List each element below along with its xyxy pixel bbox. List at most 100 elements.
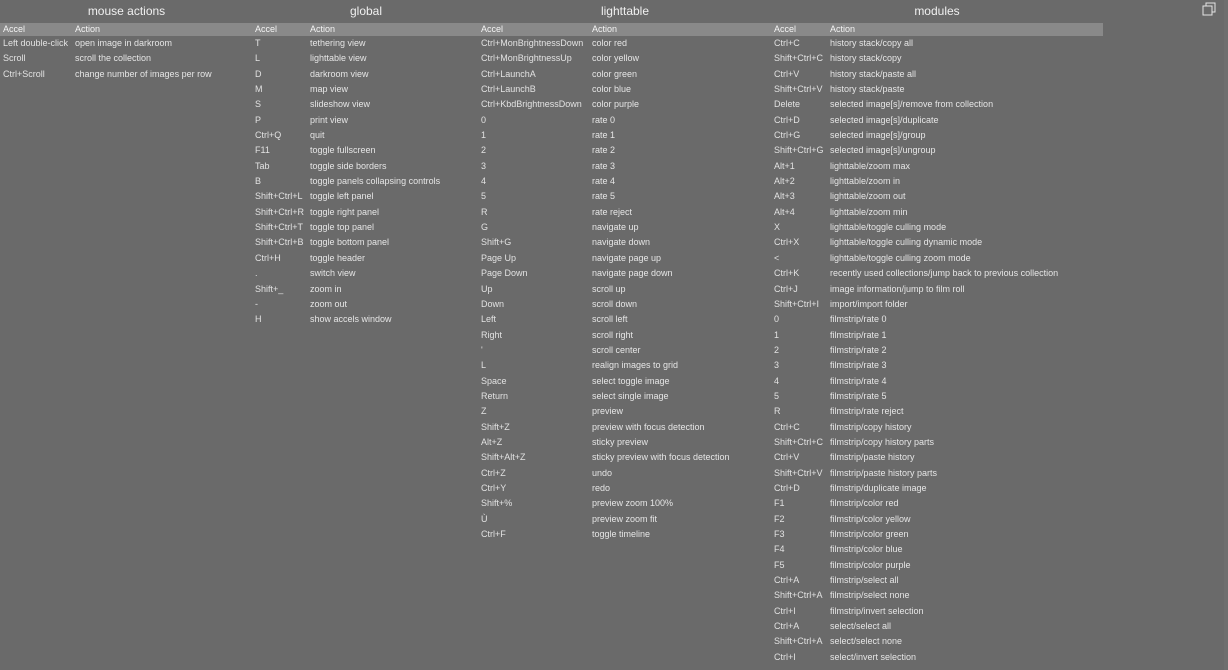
shortcut-row: ' scroll center — [479, 343, 771, 358]
action-label: lighttable/zoom in — [830, 176, 901, 187]
action-label: scroll the collection — [75, 53, 152, 64]
action-label: toggle left panel — [310, 191, 374, 202]
action-label: lighttable/toggle culling mode — [830, 222, 947, 233]
shortcut-row: 1 rate 1 — [479, 128, 771, 143]
action-label: history stack/copy — [830, 53, 902, 64]
shortcut-row: 1 filmstrip/rate 1 — [771, 328, 1103, 343]
accel-key: G — [481, 222, 489, 233]
accel-key: R — [481, 206, 488, 217]
shortcut-row: Ctrl+I select/invert selection — [771, 650, 1103, 665]
accel-key: 0 — [481, 114, 487, 125]
action-label: sticky preview — [592, 436, 649, 447]
action-label: filmstrip/color blue — [830, 544, 903, 555]
action-label: switch view — [310, 268, 356, 279]
action-label: filmstrip/color red — [830, 498, 899, 509]
action-label: filmstrip/select all — [830, 575, 899, 586]
accel-key: Ctrl+Z — [481, 467, 506, 478]
accel-key: Alt+3 — [774, 191, 795, 202]
accel-key: 2 — [481, 145, 487, 156]
action-label: rate 5 — [592, 191, 616, 202]
restore-window-icon[interactable] — [1202, 2, 1216, 16]
action-label: slideshow view — [310, 99, 371, 110]
accel-key: 1 — [481, 130, 487, 141]
shortcut-row: Tab toggle side borders — [253, 159, 479, 174]
accel-key: < — [774, 252, 780, 263]
action-column-header: Action — [592, 24, 618, 34]
shortcut-row: 0 filmstrip/rate 0 — [771, 312, 1103, 327]
shortcut-row: Shift+Ctrl+A select/select none — [771, 634, 1103, 649]
accel-key: L — [255, 53, 261, 64]
action-label: filmstrip/rate 3 — [830, 360, 887, 371]
shortcut-row: F11 toggle fullscreen — [253, 143, 479, 158]
accel-key: Shift+Ctrl+C — [774, 436, 824, 447]
action-label: zoom out — [310, 298, 348, 309]
accel-key: Shift+Ctrl+I — [774, 298, 820, 309]
scrollbar[interactable] — [1224, 0, 1228, 670]
accel-key: B — [255, 176, 262, 187]
shortcut-row: - zoom out — [253, 297, 479, 312]
shortcut-row: F4 filmstrip/color blue — [771, 542, 1103, 557]
action-label: filmstrip/copy history parts — [830, 436, 935, 447]
accel-key: 1 — [774, 329, 780, 340]
shortcut-row: Ctrl+K recently used collections/jump bac… — [771, 266, 1103, 281]
action-label: toggle fullscreen — [310, 145, 376, 156]
accel-key: M — [255, 84, 263, 95]
accel-key: ' — [481, 344, 483, 355]
shortcut-row: Pprint view — [253, 113, 479, 128]
action-label: scroll right — [592, 329, 634, 340]
accel-key: Ctrl+D — [774, 482, 800, 493]
action-label: navigate up — [592, 222, 639, 233]
accel-key: 0 — [774, 314, 780, 325]
accel-key: Shift+Ctrl+A — [774, 636, 823, 647]
shortcut-row: Ctrl+Q quit — [253, 128, 479, 143]
action-label: selected image[s]/remove from collection — [830, 99, 994, 110]
section-title: modules — [914, 4, 960, 18]
shortcut-row: Shift+Ctrl+A filmstrip/select none — [771, 588, 1103, 603]
shortcut-row: Mmap view — [253, 82, 479, 97]
action-label: preview zoom fit — [592, 513, 658, 524]
shortcut-row: F3 filmstrip/color green — [771, 527, 1103, 542]
section-title: global — [349, 4, 383, 18]
action-label: lighttable/zoom max — [830, 160, 911, 171]
shortcut-row: F5 filmstrip/color purple — [771, 558, 1103, 573]
shortcut-row: Shift+Ctrl+R toggle right panel — [253, 205, 479, 220]
shortcut-row: Gnavigate up — [479, 220, 771, 235]
action-label: color red — [592, 38, 628, 48]
accel-key: Ctrl+K — [774, 268, 800, 279]
column-header: Accel Action — [253, 23, 479, 36]
shortcut-row: Ctrl+A select/select all — [771, 619, 1103, 634]
shortcut-row: Shift+Ctrl+C filmstrip/copy history parts — [771, 435, 1103, 450]
accel-key: Ctrl+C — [774, 421, 800, 432]
shortcut-row: Rfilmstrip/rate reject — [771, 404, 1103, 419]
accel-key: Ctrl+C — [774, 38, 800, 48]
shortcut-row: Xlighttable/toggle culling mode — [771, 220, 1103, 235]
shortcut-row: Ctrl+X lighttable/toggle culling dynamic … — [771, 235, 1103, 250]
action-label: toggle header — [310, 252, 366, 263]
shortcut-row: Ctrl+KbdBrightnessDown color purple — [479, 97, 771, 112]
action-label: realign images to grid — [592, 360, 679, 371]
action-label: preview with focus detection — [592, 421, 705, 432]
accel-column-header: Accel — [3, 24, 26, 34]
action-label: select/select all — [830, 621, 892, 632]
accel-key: Left — [481, 314, 497, 325]
action-label: filmstrip/paste history — [830, 452, 915, 463]
action-label: navigate page down — [592, 268, 673, 279]
shortcut-row: . switch view — [253, 266, 479, 281]
accel-key: Shift+Ctrl+L — [255, 191, 303, 202]
shortcut-row: Space select toggle image — [479, 374, 771, 389]
accel-key: F4 — [774, 544, 785, 555]
action-label: lighttable/zoom out — [830, 191, 906, 202]
shortcut-row: Ctrl+F toggle timeline — [479, 527, 771, 542]
action-label: quit — [310, 130, 325, 141]
accel-key: Return — [481, 390, 509, 401]
shortcut-row: 2 rate 2 — [479, 143, 771, 158]
shortcut-list: Ctrl+C history stack/copy all Shift+Ctrl+C… — [771, 36, 1103, 665]
accel-key: Alt+Z — [481, 436, 503, 447]
accel-key: Left double-click — [3, 38, 69, 48]
action-label: toggle panels collapsing controls — [310, 176, 441, 187]
accel-key: Z — [481, 406, 487, 417]
shortcut-row: Sslideshow view — [253, 97, 479, 112]
accel-key: Shift+Ctrl+T — [255, 222, 304, 233]
action-label: show accels window — [310, 314, 392, 325]
shortcut-row: Btoggle panels collapsing controls — [253, 174, 479, 189]
